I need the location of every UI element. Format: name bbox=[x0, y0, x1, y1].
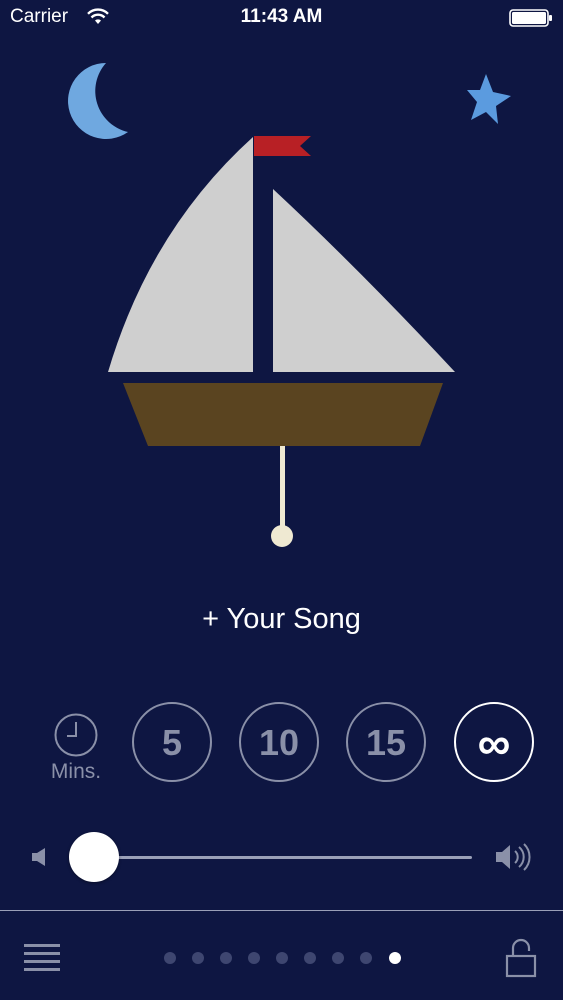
star-icon bbox=[467, 74, 511, 124]
status-bar: Carrier 11:43 AM bbox=[0, 0, 563, 40]
clock-time: 11:43 AM bbox=[240, 6, 323, 27]
page-dot[interactable] bbox=[192, 952, 204, 964]
toolbar-divider bbox=[0, 910, 563, 911]
page-dot[interactable] bbox=[164, 952, 176, 964]
night-scene bbox=[68, 63, 511, 547]
page-dot[interactable] bbox=[248, 952, 260, 964]
timer-infinite-button[interactable]: ∞ bbox=[454, 702, 534, 782]
page-dot[interactable] bbox=[220, 952, 232, 964]
sailboat-icon bbox=[108, 136, 455, 446]
volume-high-icon bbox=[496, 843, 531, 871]
timer-5-button[interactable]: 5 bbox=[132, 702, 212, 782]
page-dot[interactable] bbox=[360, 952, 372, 964]
page-dot-current[interactable] bbox=[389, 952, 401, 964]
volume-slider-track[interactable] bbox=[94, 856, 472, 859]
pendulum-icon bbox=[271, 446, 293, 547]
add-song-button[interactable]: + Your Song bbox=[0, 603, 563, 636]
menu-icon[interactable] bbox=[24, 943, 60, 971]
timer-10-button[interactable]: 10 bbox=[239, 702, 319, 782]
volume-slider-thumb[interactable] bbox=[69, 832, 119, 882]
page-dot[interactable] bbox=[332, 952, 344, 964]
moon-icon bbox=[68, 63, 128, 139]
timer-mins-label: Mins. bbox=[50, 760, 102, 783]
clock-icon bbox=[54, 713, 98, 757]
page-dot[interactable] bbox=[276, 952, 288, 964]
timer-15-button[interactable]: 15 bbox=[346, 702, 426, 782]
volume-low-icon bbox=[32, 848, 45, 866]
battery-icon bbox=[509, 9, 552, 27]
page-dot[interactable] bbox=[304, 952, 316, 964]
lock-icon[interactable] bbox=[505, 938, 537, 978]
